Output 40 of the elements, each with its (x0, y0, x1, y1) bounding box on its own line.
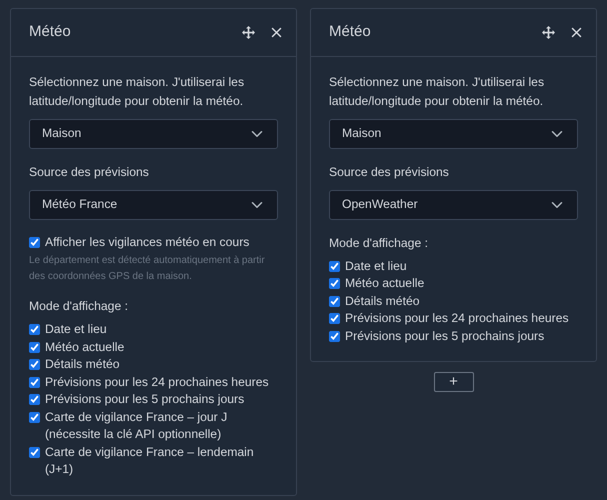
checkbox[interactable] (29, 359, 40, 370)
house-prompt: Sélectionnez une maison. J'utiliserai les latitude/longitude pour obtenir la météo. (29, 74, 246, 110)
checkbox[interactable] (29, 376, 40, 388)
panel-title: Météo (29, 22, 72, 42)
checkbox-label[interactable]: Prévisions pour les 5 prochains jours (45, 391, 244, 408)
checkbox[interactable] (329, 296, 340, 306)
checkbox[interactable] (29, 446, 40, 458)
checkbox[interactable] (29, 236, 40, 248)
checkbox[interactable] (29, 394, 40, 405)
checkbox-label[interactable]: Détails météo (45, 356, 120, 374)
house-select[interactable]: Maison (329, 118, 578, 148)
source-select[interactable]: Météo France (29, 190, 278, 220)
house-prompt: Sélectionnez une maison. J'utiliserai les latitude/longitude pour obtenir la météo. (329, 74, 546, 110)
checkbox-label[interactable]: Date et lieu (345, 258, 407, 275)
checkbox-label[interactable]: Date et lieu (45, 321, 107, 338)
checkbox-label[interactable]: Météo actuelle (45, 338, 124, 356)
checkbox-label[interactable]: Détails météo (345, 292, 420, 310)
house-select[interactable]: Maison (29, 118, 278, 148)
hint-text: Le département est détecté automatiquement à partir des coordonnées GPS de la maison. (29, 254, 266, 284)
checkbox[interactable] (29, 342, 40, 352)
checkbox[interactable] (329, 313, 340, 324)
checkbox-label[interactable]: Afficher les vigilances météo en cours (45, 234, 250, 251)
checkbox-label[interactable]: Météo actuelle (345, 275, 424, 292)
checkbox-label[interactable]: Carte de vigilance France – jour J (nécessite la clé API optionnelle) (45, 408, 278, 444)
checkbox-label[interactable]: Prévisions pour les 24 prochaines heures (345, 310, 569, 328)
checkbox[interactable] (29, 324, 40, 335)
source-label: Source des prévisions (29, 164, 150, 180)
source-label: Source des prévisions (329, 164, 450, 180)
checkbox-label[interactable]: Prévisions pour les 24 prochaines heures (45, 374, 269, 391)
checkbox[interactable] (329, 260, 340, 272)
mode-label: Mode d'affichage : (329, 234, 429, 252)
mode-label: Mode d'affichage : (29, 298, 129, 315)
checkbox-label[interactable]: Prévisions pour les 5 prochains jours (345, 328, 544, 345)
panel-title: Météo (329, 22, 372, 42)
checkbox[interactable] (329, 278, 340, 289)
checkbox[interactable] (29, 412, 40, 422)
source-select[interactable]: OpenWeather (329, 190, 578, 220)
checkbox-label[interactable]: Carte de vigilance France – lendemain (J+1) (45, 444, 278, 478)
add-button[interactable]: + (434, 372, 474, 392)
checkbox[interactable] (329, 330, 340, 342)
